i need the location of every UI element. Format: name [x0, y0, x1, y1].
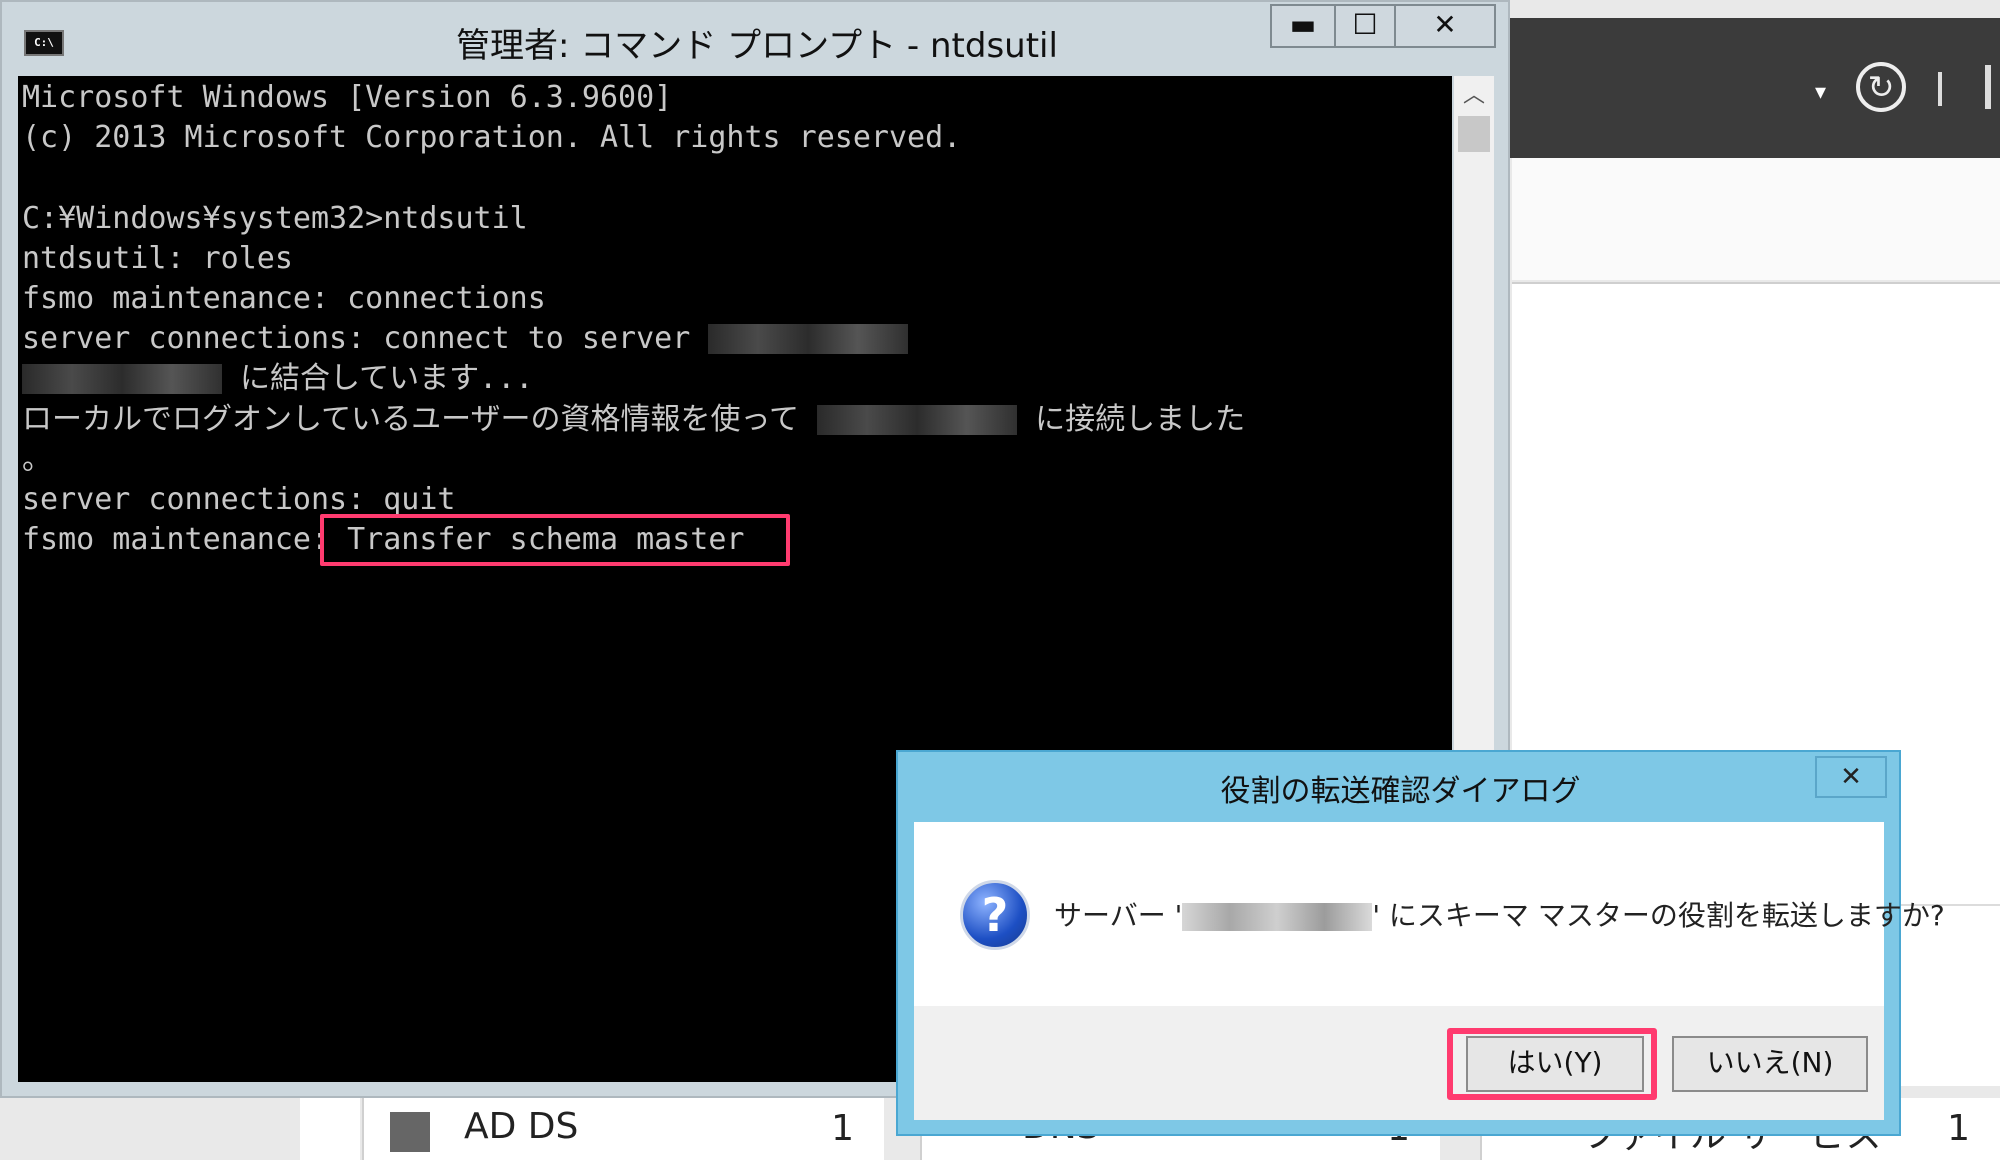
console-text: Microsoft Windows [Version 6.3.9600] (c)… [22, 80, 1246, 558]
dialog-close-button[interactable]: ✕ [1815, 756, 1887, 798]
scroll-up-arrow-icon[interactable]: ︿ [1454, 76, 1494, 116]
tile-label: AD DS [464, 1106, 579, 1147]
redacted-server-name [22, 364, 222, 395]
server-manager-header [1500, 18, 2000, 158]
dialog-body: ? サーバー ' ' にスキーマ マスターの役割を転送しますか? [914, 822, 1945, 1006]
scroll-thumb[interactable] [1458, 116, 1490, 152]
redacted-server-name [817, 404, 1018, 435]
tile-ad-ds[interactable]: AD DS 1 [362, 1098, 884, 1160]
dialog-message: サーバー ' ' にスキーマ マスターの役割を転送しますか? [1054, 899, 1945, 932]
server-manager-panel [1512, 158, 2000, 280]
tile-count: 1 [831, 1108, 854, 1149]
flag-icon[interactable] [1985, 65, 1991, 109]
dropdown-caret-icon[interactable]: ▾ [1815, 80, 1826, 105]
yes-button-highlight-box [1447, 1028, 1657, 1100]
maximize-button[interactable]: ☐ [1334, 4, 1396, 48]
close-button[interactable]: ✕ [1394, 4, 1496, 48]
toolbar-separator [1938, 72, 1942, 106]
redacted-server-name [708, 324, 909, 355]
role-transfer-confirm-dialog[interactable]: 役割の転送確認ダイアログ ✕ ? サーバー ' ' にスキーマ マスターの役割を転… [896, 750, 1945, 1136]
tile-count: 1 [1947, 1108, 1970, 1149]
dialog-title: 役割の転送確認ダイアログ [1220, 774, 1581, 809]
minimize-button[interactable]: ▬ [1270, 4, 1336, 48]
question-icon: ? [960, 880, 1030, 950]
refresh-icon[interactable]: ↻ [1856, 62, 1906, 112]
no-button[interactable]: いいえ(N) [1672, 1036, 1868, 1092]
tile-spacer [300, 1098, 360, 1160]
command-highlight-box [320, 514, 790, 566]
ad-ds-role-icon [390, 1112, 430, 1152]
redacted-server-name [1182, 903, 1373, 931]
